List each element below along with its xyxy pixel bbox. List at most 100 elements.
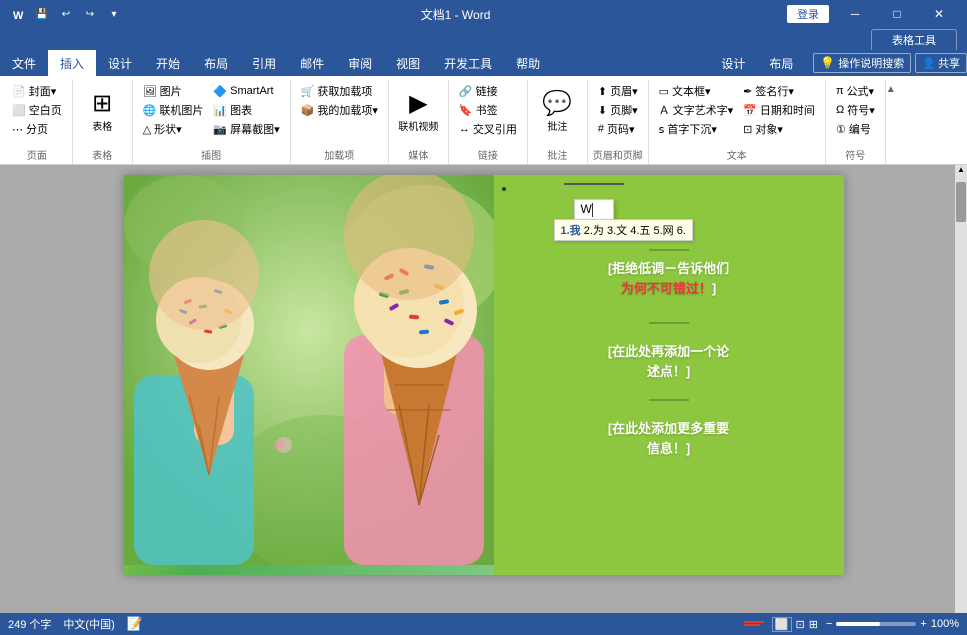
section-1-text[interactable]: [拒绝低调－告诉他们 为何不可错过！] xyxy=(510,259,828,298)
tab-help[interactable]: 帮助 xyxy=(504,50,552,76)
view-icon-2[interactable]: ⊡ xyxy=(796,618,805,631)
zoom-in-btn[interactable]: + xyxy=(920,618,926,630)
autocomplete-option-6[interactable]: 6. xyxy=(677,225,686,237)
shape-btn[interactable]: △ 形状▾ xyxy=(139,120,208,138)
autocomplete-option-3[interactable]: 3.文 xyxy=(607,225,627,237)
save-quick-btn[interactable]: 💾 xyxy=(32,4,52,24)
tab-table-design[interactable]: 设计 xyxy=(709,51,757,76)
autocomplete-option-4[interactable]: 4.五 xyxy=(630,225,650,237)
tab-mailings[interactable]: 邮件 xyxy=(288,50,336,76)
autocomplete-option-5[interactable]: 5.网 xyxy=(654,225,674,237)
close-btn[interactable]: ✕ xyxy=(919,0,959,28)
table-btn[interactable]: ⊞ 表格 xyxy=(80,82,124,142)
ribbon-collapse-btn[interactable]: ▲ xyxy=(886,80,902,164)
signature-icon: ✒ xyxy=(743,85,752,98)
track-changes-icon: 📝 xyxy=(127,616,143,632)
datetime-btn[interactable]: 📅 日期和时间 xyxy=(739,101,819,119)
media-content: ▶ 联机视频 xyxy=(394,80,442,145)
search-commands-btn[interactable]: 💡 操作说明搜索 xyxy=(813,53,911,73)
number-icon: ① xyxy=(836,123,846,136)
customize-quick-btn[interactable]: ▾ xyxy=(104,4,124,24)
bookmark-btn[interactable]: 🔖 书签 xyxy=(455,101,521,119)
chart-btn[interactable]: 📊 图表 xyxy=(209,101,283,119)
tab-layout[interactable]: 布局 xyxy=(192,50,240,76)
content-section-3[interactable]: [在此处添加更多重要信息！] xyxy=(510,419,828,458)
cover-page-btn[interactable]: 📄 封面▾ xyxy=(8,82,66,100)
hyperlink-btn[interactable]: 🔗 链接 xyxy=(455,82,521,100)
textbox-btn[interactable]: ▭ 文本框▾ xyxy=(655,82,738,100)
view-icon-1[interactable]: ⬜ xyxy=(772,617,792,632)
pages-group-content: 📄 封面▾ ⬜ 空白页 ⋯ 分页 xyxy=(6,80,68,145)
lightbulb-icon: 💡 xyxy=(820,56,835,70)
image-column xyxy=(124,175,494,575)
hf-buttons: ⬆ 页眉▾ ⬇ 页脚▾ # 页码▾ xyxy=(594,82,642,138)
header-btn[interactable]: ⬆ 页眉▾ xyxy=(594,82,642,100)
section-2-text[interactable]: [在此处再添加一个论述点！] xyxy=(510,342,828,381)
smartart-btn[interactable]: 🔷 SmartArt xyxy=(209,82,283,100)
addins-icon: 📦 xyxy=(301,104,315,117)
page-number-btn[interactable]: # 页码▾ xyxy=(594,120,642,138)
signature-btn[interactable]: ✒ 签名行▾ xyxy=(739,82,819,100)
table-label: 表格 xyxy=(92,118,112,133)
wordart-btn[interactable]: Ａ 文字艺术字▾ xyxy=(655,101,738,119)
tab-table-layout[interactable]: 布局 xyxy=(757,51,805,76)
ribbon-group-links: 🔗 链接 🔖 书签 ↔ 交叉引用 链接 xyxy=(449,80,528,164)
undo-btn[interactable]: ↩ xyxy=(56,4,76,24)
online-picture-btn[interactable]: 🌐 联机图片 xyxy=(139,101,208,119)
illustrations-label: 插图 xyxy=(201,145,221,164)
autocomplete-option-1[interactable]: 1.我 xyxy=(561,225,581,237)
scroll-up-btn[interactable]: ▲ xyxy=(956,165,966,181)
tab-view[interactable]: 视图 xyxy=(384,50,432,76)
collapse-icon[interactable]: ▲ xyxy=(886,84,896,95)
autocomplete-option-2[interactable]: 2.为 xyxy=(584,225,604,237)
tab-review[interactable]: 审阅 xyxy=(336,50,384,76)
ime-input-popup: W xyxy=(574,199,614,220)
footer-btn[interactable]: ⬇ 页脚▾ xyxy=(594,101,642,119)
tab-developer[interactable]: 开发工具 xyxy=(432,50,504,76)
red-line-2 xyxy=(744,624,760,626)
restore-btn[interactable]: □ xyxy=(877,0,917,28)
ribbon-group-headerfooter: ⬆ 页眉▾ ⬇ 页脚▾ # 页码▾ 页眉和页脚 xyxy=(588,80,649,164)
tab-design[interactable]: 设计 xyxy=(96,50,144,76)
comment-label: 批注 xyxy=(547,118,567,133)
content-section-2[interactable]: [在此处再添加一个论述点！] xyxy=(510,342,828,381)
share-button[interactable]: 👤 共享 xyxy=(915,53,967,73)
get-addins-btn[interactable]: 🛒 获取加载项 xyxy=(297,82,382,100)
view-icon-3[interactable]: ⊞ xyxy=(809,618,818,631)
tab-references[interactable]: 引用 xyxy=(240,50,288,76)
symbol-btn[interactable]: Ω 符号▾ xyxy=(832,101,879,119)
video-icon: ▶ xyxy=(409,92,427,116)
status-right: ⬜ ⊡ ⊞ − + 100% xyxy=(744,617,959,632)
section-3-text[interactable]: [在此处添加更多重要信息！] xyxy=(510,419,828,458)
page-break-btn[interactable]: ⋯ 分页 xyxy=(8,120,66,138)
zoom-slider[interactable] xyxy=(836,622,916,626)
tab-home[interactable]: 开始 xyxy=(144,50,192,76)
dropcap-btn[interactable]: ꜱ 首字下沉▾ xyxy=(655,120,738,138)
tab-insert[interactable]: 插入 xyxy=(48,50,96,76)
quick-access-toolbar: W 💾 ↩ ↪ ▾ xyxy=(8,4,124,24)
ime-autocomplete-popup[interactable]: 1.我 2.为 3.文 4.五 5.网 6. xyxy=(554,219,693,241)
numbering-btn[interactable]: ① 编号 xyxy=(832,120,879,138)
scroll-thumb[interactable] xyxy=(956,182,966,222)
cross-reference-btn[interactable]: ↔ 交叉引用 xyxy=(455,120,521,138)
login-button[interactable]: 登录 xyxy=(787,5,829,23)
hf-label: 页眉和页脚 xyxy=(593,145,643,164)
vertical-scrollbar[interactable]: ▲ xyxy=(955,165,967,614)
content-section-1[interactable]: [拒绝低调－告诉他们 为何不可错过！] xyxy=(510,241,828,304)
picture-btn[interactable]: 🖼 图片 xyxy=(139,82,208,100)
equation-btn[interactable]: π 公式▾ xyxy=(832,82,879,100)
online-video-btn[interactable]: ▶ 联机视频 xyxy=(396,82,440,142)
comment-btn[interactable]: 💬 批注 xyxy=(535,82,579,142)
redo-btn[interactable]: ↪ xyxy=(80,4,100,24)
search-commands-label: 操作说明搜索 xyxy=(838,55,904,71)
screenshot-btn[interactable]: 📷 屏幕截图▾ xyxy=(209,120,283,138)
illustrations-col2: 🔷 SmartArt 📊 图表 📷 屏幕截图▾ xyxy=(209,82,283,138)
tab-file[interactable]: 文件 xyxy=(0,50,48,76)
document-content[interactable]: W 1.我 2.为 3.文 4.五 5.网 6. [拒绝低调－告 xyxy=(0,165,967,614)
my-addins-btn[interactable]: 📦 我的加载项▾ xyxy=(297,101,382,119)
blank-page-btn[interactable]: ⬜ 空白页 xyxy=(8,101,66,119)
text-column[interactable]: W 1.我 2.为 3.文 4.五 5.网 6. [拒绝低调－告 xyxy=(494,175,844,575)
object-btn[interactable]: ⊡ 对象▾ xyxy=(739,120,819,138)
minimize-btn[interactable]: ─ xyxy=(835,0,875,28)
zoom-out-btn[interactable]: − xyxy=(826,618,832,630)
